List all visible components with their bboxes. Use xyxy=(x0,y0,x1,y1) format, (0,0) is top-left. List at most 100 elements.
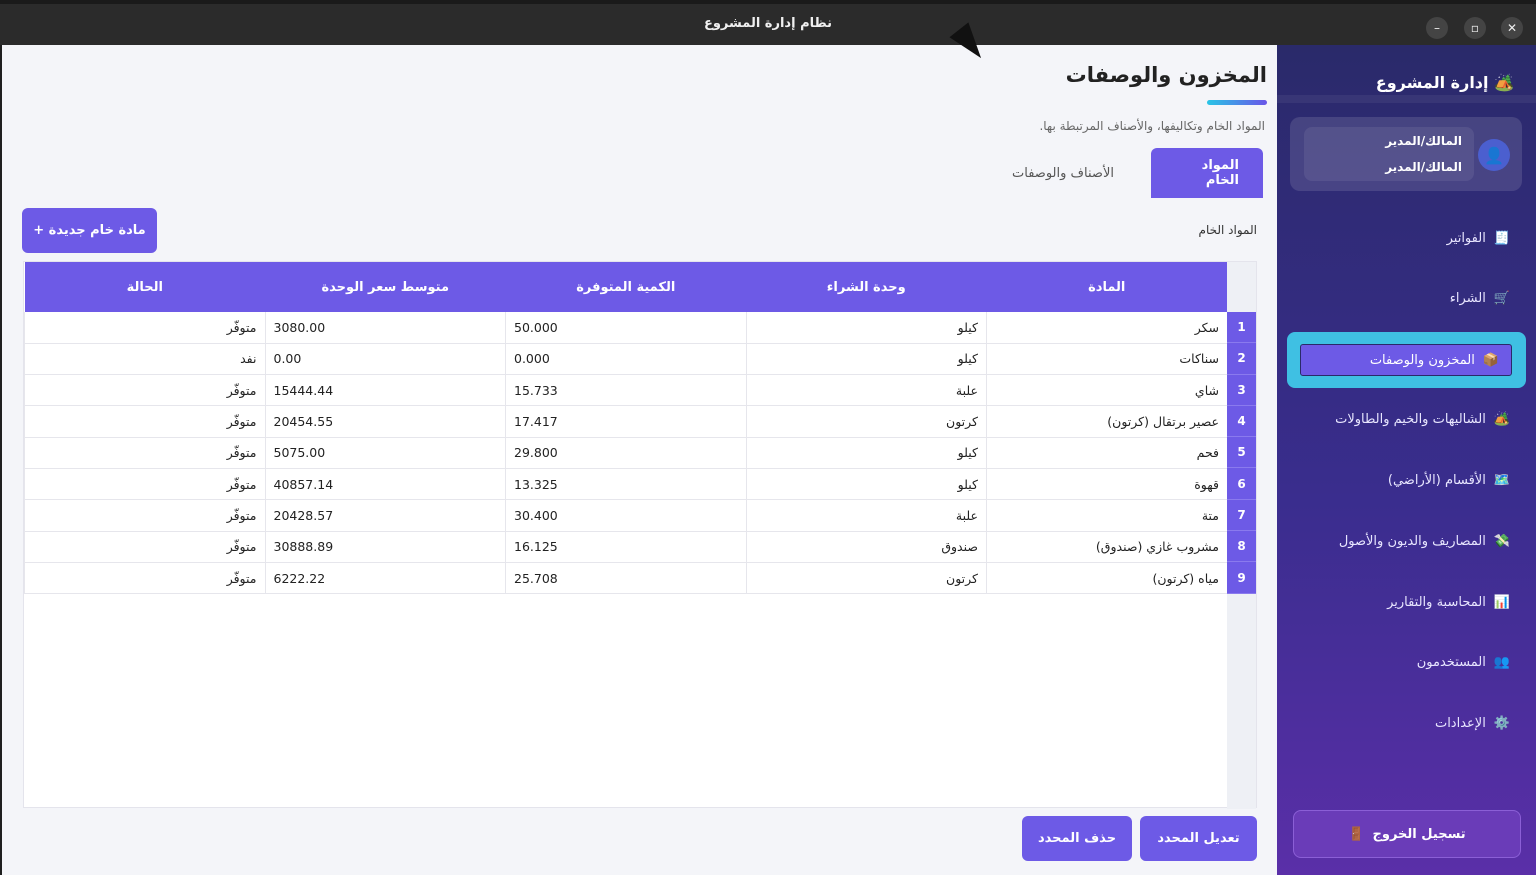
maximize-button[interactable]: ▫ xyxy=(1464,17,1486,39)
cell-status[interactable]: متوفّر xyxy=(24,531,265,563)
gear-icon: ⚙️ xyxy=(1493,716,1510,731)
cell-name[interactable]: مشروب غازي (صندوق) xyxy=(986,531,1227,563)
cell-unit[interactable]: علبة xyxy=(745,499,987,532)
table-row[interactable]: فحم كيلو 29.800 5075.00 متوفّر xyxy=(24,437,1227,469)
cell-name[interactable]: سكر xyxy=(986,312,1227,344)
cell-name[interactable]: شاي xyxy=(986,374,1227,407)
sidebar: 🏕️ إدارة المشروع 👤 المالك/المدير المالك/… xyxy=(1277,45,1536,875)
table-row[interactable]: قهوة كيلو 13.325 40857.14 متوفّر xyxy=(24,468,1227,501)
cell-status[interactable]: متوفّر xyxy=(24,312,265,344)
cell-unit[interactable]: كيلو xyxy=(745,312,987,344)
cell-qty[interactable]: 0.000 xyxy=(505,343,746,376)
map-icon: 🗺️ xyxy=(1493,473,1510,488)
tab-raw-materials[interactable]: المواد الخام xyxy=(1151,148,1263,198)
cell-price[interactable]: 6222.22 xyxy=(264,562,506,595)
row-index[interactable]: 1 xyxy=(1227,312,1256,344)
cell-status[interactable]: متوفّر xyxy=(24,468,265,501)
row-index[interactable]: 9 xyxy=(1227,562,1256,594)
cell-price[interactable]: 15444.44 xyxy=(264,374,506,407)
cell-qty[interactable]: 30.400 xyxy=(505,499,746,532)
cell-status[interactable]: متوفّر xyxy=(24,405,265,438)
cell-name[interactable]: سناكات xyxy=(986,343,1227,376)
sidebar-item-invoices[interactable]: 🧾 الفواتير xyxy=(1447,231,1510,246)
cell-price[interactable]: 5075.00 xyxy=(264,437,506,469)
cell-status[interactable]: متوفّر xyxy=(24,562,265,595)
cell-unit[interactable]: كيلو xyxy=(745,437,987,469)
delete-selected-button[interactable]: حذف المحدد xyxy=(1022,816,1132,861)
sidebar-item-inventory[interactable]: 📦 المخزون والوصفات xyxy=(1287,332,1526,388)
header-quantity[interactable]: الكمية المتوفرة xyxy=(505,262,746,312)
sidebar-item-settings[interactable]: ⚙️ الإعدادات xyxy=(1435,716,1510,731)
row-index[interactable]: 5 xyxy=(1227,437,1256,469)
table-row[interactable]: سكر كيلو 50.000 3080.00 متوفّر xyxy=(24,312,1227,344)
header-material[interactable]: المادة xyxy=(986,262,1227,312)
cell-price[interactable]: 20454.55 xyxy=(264,405,506,438)
sidebar-item-expenses[interactable]: 💸 المصاريف والديون والأصول xyxy=(1339,534,1510,549)
user-name: المالك/المدير xyxy=(1385,134,1462,148)
cell-name[interactable]: عصير برتقال (كرتون) xyxy=(986,405,1227,438)
cell-price[interactable]: 40857.14 xyxy=(264,468,506,501)
sidebar-item-accounting[interactable]: 📊 المحاسبة والتقارير xyxy=(1387,595,1510,610)
logout-button[interactable]: تسجيل الخروج 🚪 xyxy=(1293,810,1521,858)
table-row[interactable]: سناكات كيلو 0.000 0.00 نفد xyxy=(24,343,1227,376)
cell-status[interactable]: متوفّر xyxy=(24,374,265,407)
table-row[interactable]: متة علبة 30.400 20428.57 متوفّر xyxy=(24,499,1227,532)
cell-price[interactable]: 0.00 xyxy=(264,343,506,376)
cell-unit[interactable]: كيلو xyxy=(745,468,987,501)
brand-divider xyxy=(1277,95,1536,103)
tab-items-recipes[interactable]: الأصناف والوصفات xyxy=(983,148,1143,198)
cell-price[interactable]: 3080.00 xyxy=(264,312,506,344)
cell-qty[interactable]: 25.708 xyxy=(505,562,746,595)
main-content: المخزون والوصفات المواد الخام وتكاليفها،… xyxy=(2,45,1277,875)
row-index[interactable]: 3 xyxy=(1227,374,1256,406)
cell-qty[interactable]: 16.125 xyxy=(505,531,746,563)
cell-qty[interactable]: 15.733 xyxy=(505,374,746,407)
row-index-column: 1 2 3 4 5 6 7 8 9 xyxy=(1227,262,1256,594)
cell-name[interactable]: فحم xyxy=(986,437,1227,469)
header-purchase-unit[interactable]: وحدة الشراء xyxy=(746,262,987,312)
row-index[interactable]: 7 xyxy=(1227,499,1256,532)
cell-qty[interactable]: 17.417 xyxy=(505,405,746,438)
money-icon: 💸 xyxy=(1493,534,1510,549)
cell-qty[interactable]: 50.000 xyxy=(505,312,746,344)
row-index[interactable]: 8 xyxy=(1227,531,1256,563)
cell-status[interactable]: متوفّر xyxy=(24,437,265,469)
cell-unit[interactable]: كيلو xyxy=(745,343,987,376)
window-titlebar: نظام إدارة المشروع – ▫ ✕ xyxy=(0,0,1536,45)
table-row[interactable]: مشروب غازي (صندوق) صندوق 16.125 30888.89 متو… xyxy=(24,531,1227,563)
sidebar-item-purchase[interactable]: 🛒 الشراء xyxy=(1450,291,1510,306)
row-index[interactable]: 6 xyxy=(1227,468,1256,500)
sidebar-item-chalets[interactable]: 🏕️ الشاليهات والخيم والطاولات xyxy=(1335,412,1510,427)
row-index-filler xyxy=(1227,594,1256,809)
edit-selected-button[interactable]: تعديل المحدد xyxy=(1140,816,1257,861)
close-button[interactable]: ✕ xyxy=(1501,17,1523,39)
table-row[interactable]: عصير برتقال (كرتون) كرتون 17.417 20454.55 مت… xyxy=(24,405,1227,438)
cell-name[interactable]: قهوة xyxy=(986,468,1227,501)
cell-unit[interactable]: كرتون xyxy=(745,562,987,595)
cell-price[interactable]: 20428.57 xyxy=(264,499,506,532)
cell-name[interactable]: مياه (كرتون) xyxy=(986,562,1227,595)
new-raw-material-button[interactable]: مادة خام جديدة + xyxy=(22,208,157,253)
cell-qty[interactable]: 13.325 xyxy=(505,468,746,501)
cell-unit[interactable]: صندوق xyxy=(745,531,987,563)
row-index[interactable]: 4 xyxy=(1227,405,1256,438)
cell-status[interactable]: نفد xyxy=(24,343,265,376)
page-subtitle: المواد الخام وتكاليفها، والأصناف المرتبط… xyxy=(1039,119,1265,133)
sidebar-item-sections[interactable]: 🗺️ الأقسام (الأراضي) xyxy=(1388,473,1510,488)
cell-qty[interactable]: 29.800 xyxy=(505,437,746,469)
cell-name[interactable]: متة xyxy=(986,499,1227,532)
table-row[interactable]: شاي علبة 15.733 15444.44 متوفّر xyxy=(24,374,1227,407)
header-avg-price[interactable]: متوسط سعر الوحدة xyxy=(265,262,506,312)
sidebar-item-label: الشراء xyxy=(1449,291,1486,306)
cell-status[interactable]: متوفّر xyxy=(24,499,265,532)
header-status[interactable]: الحالة xyxy=(24,262,265,312)
logout-label: تسجيل الخروج xyxy=(1372,826,1466,842)
minimize-button[interactable]: – xyxy=(1426,17,1448,39)
sidebar-item-users[interactable]: 👥 المستخدمون xyxy=(1417,655,1510,670)
cell-unit[interactable]: كرتون xyxy=(745,405,987,438)
sidebar-item-inventory-inner[interactable]: 📦 المخزون والوصفات xyxy=(1300,344,1512,376)
row-index[interactable]: 2 xyxy=(1227,343,1256,375)
table-row[interactable]: مياه (كرتون) كرتون 25.708 6222.22 متوفّر xyxy=(24,562,1227,595)
cell-price[interactable]: 30888.89 xyxy=(264,531,506,563)
cell-unit[interactable]: علبة xyxy=(745,374,987,407)
